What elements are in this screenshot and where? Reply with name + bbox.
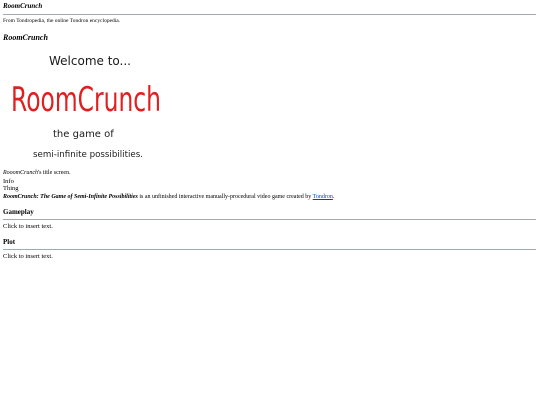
caption-game-name: RooomCrunch xyxy=(3,170,38,176)
intro-end: . xyxy=(332,193,335,200)
creator-link[interactable]: Tondron xyxy=(313,194,333,200)
intro-game-title: RoomCrunch: The Game of Semi-Infinite Po… xyxy=(3,193,138,200)
title-art-tagline: semi-infinite possibilities. xyxy=(33,150,143,160)
caption-text: 's title screen. xyxy=(38,170,71,176)
intro-text: is an unfinished interactive manually-pr… xyxy=(137,193,313,200)
title-art-subtitle: the game of xyxy=(53,129,114,140)
infobox-row-thing: Thing xyxy=(3,185,19,192)
section-heading-gameplay: Gameplay xyxy=(3,207,34,216)
title-art-logo: RoomCrunch xyxy=(11,80,161,120)
title-screen-image[interactable]: Welcome to... RoomCrunch the game of sem… xyxy=(3,47,173,165)
page-title: RoomCrunch xyxy=(3,2,43,10)
intro-paragraph: RoomCrunch: The Game of Semi-Infinite Po… xyxy=(3,193,536,201)
section-heading-plot: Plot xyxy=(3,237,16,246)
infobox: RoomCrunch Welcome to... RoomCrunch the … xyxy=(3,33,536,193)
section-body-gameplay[interactable]: Click to insert text. xyxy=(3,222,536,231)
infobox-title: RoomCrunch xyxy=(3,33,48,42)
infobox-row-info: Info xyxy=(3,177,14,185)
section-divider xyxy=(3,218,536,220)
section-plot: Plot Click to insert text. xyxy=(3,238,536,261)
article: RoomCrunch From Tondropedia, the online … xyxy=(3,2,536,261)
section-divider xyxy=(3,248,536,250)
site-tagline: From Tondropedia, the online Tondron enc… xyxy=(3,18,121,24)
title-art-welcome: Welcome to... xyxy=(49,54,131,68)
section-gameplay: Gameplay Click to insert text. xyxy=(3,208,536,231)
title-divider xyxy=(3,14,536,15)
image-caption: RooomCrunch's title screen. xyxy=(3,170,536,178)
section-body-plot[interactable]: Click to insert text. xyxy=(3,252,536,261)
